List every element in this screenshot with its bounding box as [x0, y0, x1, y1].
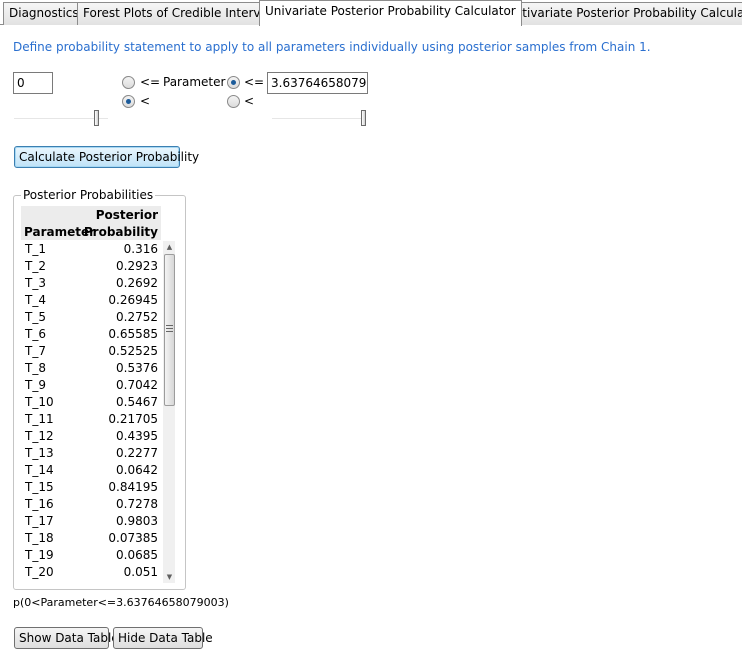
probability-cell: 0.5467: [116, 395, 158, 409]
probability-cell: 0.7042: [116, 378, 158, 392]
table-row[interactable]: T_4 0.26945: [21, 292, 161, 309]
table-row[interactable]: T_12 0.4395: [21, 428, 161, 445]
table-row[interactable]: T_11 0.21705: [21, 411, 161, 428]
intro-text: Define probability statement to apply to…: [13, 40, 651, 54]
parameter-cell: T_15: [25, 480, 54, 494]
hide-data-table-button[interactable]: Hide Data Table: [113, 627, 213, 649]
table-row[interactable]: T_19 0.0685: [21, 547, 161, 564]
table-row[interactable]: T_13 0.2277: [21, 445, 161, 462]
lower-lt-label: <: [140, 94, 151, 108]
probability-cell: 0.2752: [116, 310, 158, 324]
parameter-cell: T_19: [25, 548, 54, 562]
parameter-cell: T_18: [25, 531, 54, 545]
tab-forest-plots[interactable]: Forest Plots of Credible Intervals: [77, 2, 284, 25]
probability-cell: 0.07385: [108, 531, 158, 545]
grip-icon: [166, 325, 173, 333]
table-row[interactable]: T_10 0.5467: [21, 394, 161, 411]
probability-cell: 0.0685: [116, 548, 158, 562]
upper-le-radio[interactable]: [227, 76, 240, 89]
parameter-cell: T_7: [25, 344, 46, 358]
parameter-cell: T_13: [25, 446, 54, 460]
parameter-cell: T_16: [25, 497, 54, 511]
group-title: Posterior Probabilities: [21, 188, 156, 202]
parameter-cell: T_5: [25, 310, 46, 324]
probability-cell: 0.2277: [116, 446, 158, 460]
tab-univariate-calculator[interactable]: Univariate Posterior Probability Calcula…: [259, 0, 522, 26]
upper-bound-input[interactable]: 3.63764658079003: [267, 72, 368, 94]
parameter-cell: T_12: [25, 429, 54, 443]
lower-bound-input[interactable]: 0: [13, 72, 53, 94]
table-header: Posterior Parameter Probability: [21, 206, 161, 240]
table-row[interactable]: T_14 0.0642: [21, 462, 161, 479]
table-row[interactable]: T_18 0.07385: [21, 530, 161, 547]
posterior-probabilities-group: Posterior Probabilities Posterior Parame…: [13, 188, 186, 590]
parameter-cell: T_2: [25, 259, 46, 273]
header-posterior: Posterior: [95, 208, 158, 222]
probability-cell: 0.7278: [116, 497, 158, 511]
parameter-cell: T_17: [25, 514, 54, 528]
parameter-label: Parameter: [163, 75, 226, 89]
probability-cell: 0.9803: [116, 514, 158, 528]
calculate-posterior-button[interactable]: Calculate Posterior Probability: [14, 146, 199, 168]
table-row[interactable]: T_16 0.7278: [21, 496, 161, 513]
table-body: T_1 0.316 T_2 0.2923 T_3 0.2692 T_4 0.26945 T_5 0…: [21, 241, 161, 581]
upper-le-label: <=: [244, 75, 265, 89]
parameter-cell: T_4: [25, 293, 46, 307]
parameter-cell: T_11: [25, 412, 54, 426]
probability-cell: 0.316: [123, 242, 158, 256]
show-data-table-button[interactable]: Show Data Table: [14, 627, 119, 649]
table-row[interactable]: T_8 0.5376: [21, 360, 161, 377]
upper-bound-slider-thumb[interactable]: [361, 110, 366, 126]
upper-lt-label: <: [244, 94, 255, 108]
probability-cell: 0.84195: [108, 480, 158, 494]
parameter-cell: T_8: [25, 361, 46, 375]
lower-bound-slider-thumb[interactable]: [94, 110, 100, 126]
table-row[interactable]: T_7 0.52525: [21, 343, 161, 360]
parameter-cell: T_20: [25, 565, 54, 579]
table-row[interactable]: T_2 0.2923: [21, 258, 161, 275]
lower-le-label: <=: [140, 75, 161, 89]
probability-cell: 0.2923: [116, 259, 158, 273]
table-row[interactable]: T_9 0.7042: [21, 377, 161, 394]
scroll-down-arrow-icon[interactable]: ▼: [163, 571, 175, 583]
probability-cell: 0.5376: [116, 361, 158, 375]
table-row[interactable]: T_17 0.9803: [21, 513, 161, 530]
table-row[interactable]: T_5 0.2752: [21, 309, 161, 326]
table-vertical-scrollbar[interactable]: ▲ ▼: [163, 241, 175, 583]
probability-cell: 0.2692: [116, 276, 158, 290]
parameter-cell: T_6: [25, 327, 46, 341]
table-row[interactable]: T_15 0.84195: [21, 479, 161, 496]
table-row[interactable]: T_3 0.2692: [21, 275, 161, 292]
parameter-cell: T_9: [25, 378, 46, 392]
probability-statement: p(0<Parameter<=3.63764658079003): [13, 596, 229, 609]
upper-bound-slider[interactable]: [272, 118, 366, 119]
table-row[interactable]: T_6 0.65585: [21, 326, 161, 343]
probability-cell: 0.52525: [108, 344, 158, 358]
header-probability[interactable]: Probability: [84, 225, 158, 239]
table-row[interactable]: T_1 0.316: [21, 241, 161, 258]
results-table: Posterior Parameter Probability T_1 0.316…: [21, 206, 175, 583]
tab-diagnostics[interactable]: Diagnostics: [3, 2, 85, 25]
probability-cell: 0.0642: [116, 463, 158, 477]
parameter-cell: T_10: [25, 395, 54, 409]
probability-cell: 0.21705: [108, 412, 158, 426]
parameter-cell: T_1: [25, 242, 46, 256]
scroll-up-arrow-icon[interactable]: ▲: [163, 241, 175, 253]
tab-bar: Diagnostics Forest Plots of Credible Int…: [0, 0, 742, 26]
probability-cell: 0.051: [123, 565, 158, 579]
parameter-cell: T_14: [25, 463, 54, 477]
lower-le-radio[interactable]: [122, 76, 135, 89]
upper-lt-radio[interactable]: [227, 95, 240, 108]
tab-multivariate-calculator[interactable]: Multivariate Posterior Probability Calcu…: [495, 2, 742, 25]
table-row[interactable]: T_20 0.051: [21, 564, 161, 581]
lower-lt-radio[interactable]: [122, 95, 135, 108]
parameter-cell: T_3: [25, 276, 46, 290]
probability-cell: 0.65585: [108, 327, 158, 341]
probability-cell: 0.26945: [108, 293, 158, 307]
probability-cell: 0.4395: [116, 429, 158, 443]
scrollbar-thumb[interactable]: [164, 254, 175, 406]
